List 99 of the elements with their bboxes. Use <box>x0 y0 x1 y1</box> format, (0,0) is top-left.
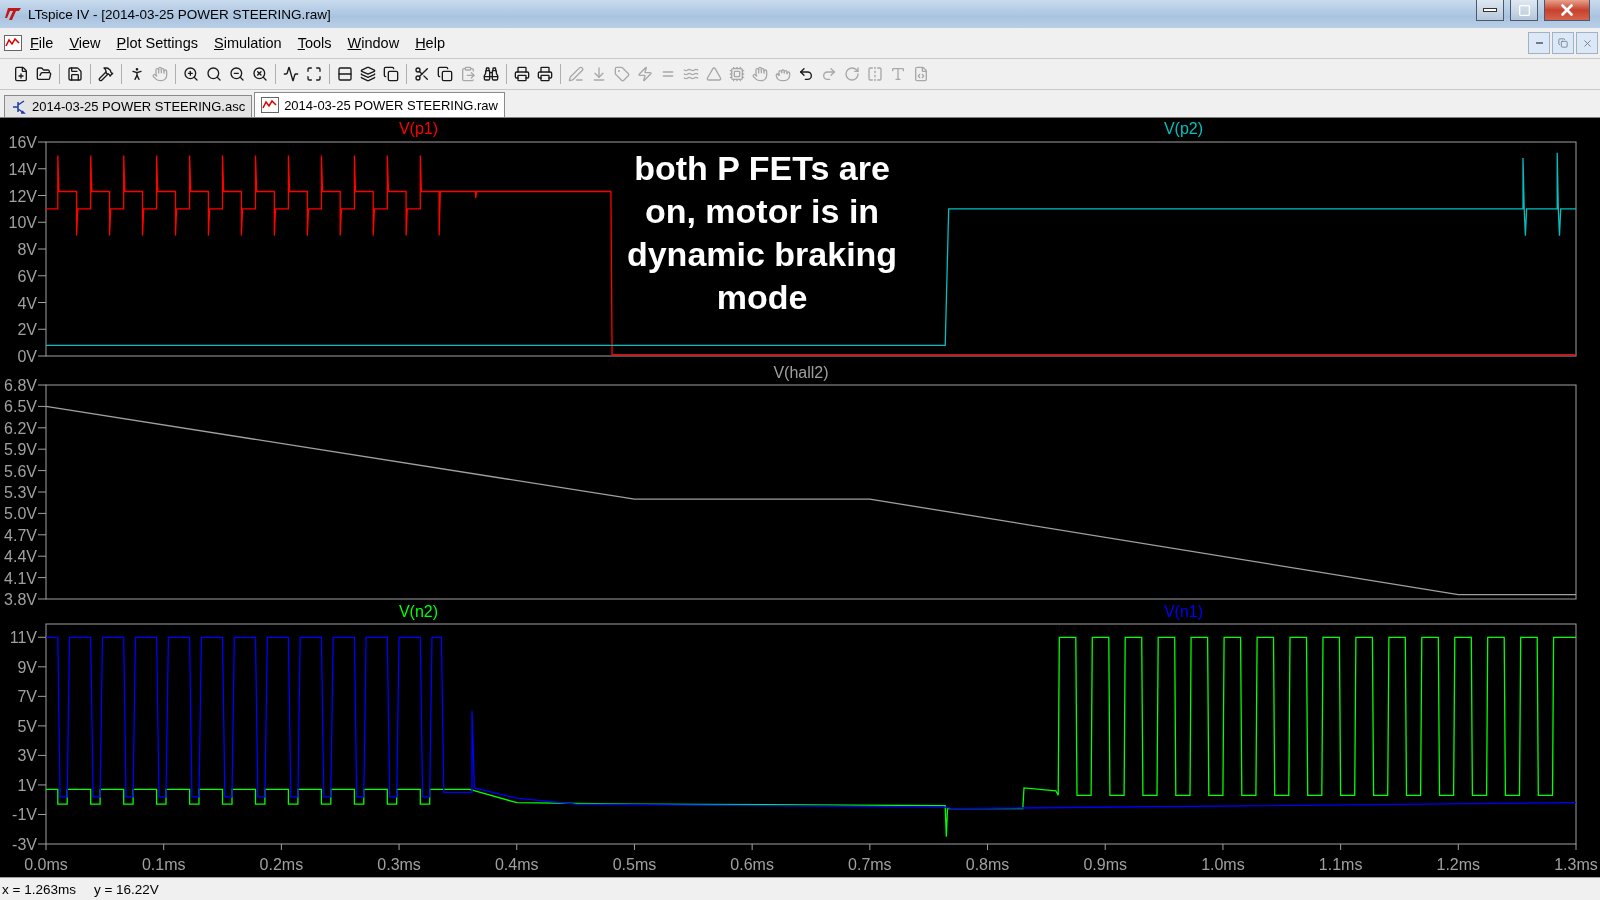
print-icon <box>537 66 553 82</box>
x-tick-label: 1.0ms <box>1201 856 1245 874</box>
window-title: LTspice IV - [2014-03-25 POWER STEERING.raw] <box>28 6 331 22</box>
x-tick-label: 0.5ms <box>612 856 657 874</box>
y-tick-label: -3V <box>12 836 37 854</box>
x-tick-label: 0.3ms <box>377 856 421 874</box>
document-tab[interactable]: 2014-03-25 POWER STEERING.raw <box>254 92 505 117</box>
waveform-document-icon <box>4 35 22 51</box>
y-tick-label: 6V <box>17 267 37 285</box>
hammer-icon <box>98 66 114 82</box>
minimize-button[interactable] <box>1476 0 1504 21</box>
y-tick-label: 5.6V <box>4 462 37 480</box>
annotation-text: on, motor is in <box>644 192 880 230</box>
component-icon <box>729 66 745 82</box>
app-logo-icon <box>4 6 22 22</box>
y-tick-label: 6.8V <box>4 376 37 394</box>
zoom-out-icon <box>229 66 245 82</box>
y-tick-label: 2V <box>17 321 37 339</box>
trace-label[interactable]: V(hall2) <box>773 363 829 381</box>
x-tick-label: 0.9ms <box>1083 856 1127 874</box>
annotation-text: dynamic braking <box>626 235 898 273</box>
y-tick-label: 14V <box>8 160 37 178</box>
y-tick-label: 12V <box>8 187 37 205</box>
x-tick-label: 1.3ms <box>1554 856 1598 874</box>
y-tick-label: 16V <box>8 134 37 151</box>
schematic-icon <box>11 98 27 115</box>
menu-item[interactable]: Plot Settings <box>108 33 206 53</box>
trace-label[interactable]: V(p2) <box>1163 120 1204 137</box>
y-tick-label: 8V <box>17 241 37 258</box>
rotate-icon <box>844 66 860 82</box>
y-tick-label: 0V <box>17 348 37 364</box>
restore-icon <box>1517 3 1531 17</box>
x-tick-label: 0.1ms <box>141 856 186 874</box>
y-tick-label: -1V <box>12 806 37 824</box>
y-tick-label: 5.0V <box>4 505 37 523</box>
document-tab[interactable]: 2014-03-25 POWER STEERING.asc <box>4 95 253 117</box>
trace-label[interactable]: V(p1) <box>398 120 439 137</box>
y-tick-label: 7V <box>17 688 37 706</box>
hand-icon <box>152 66 168 82</box>
label-icon <box>614 66 630 82</box>
minimize-icon <box>1535 42 1543 44</box>
paste-icon <box>460 66 476 82</box>
save-icon <box>67 66 83 82</box>
menu-item[interactable]: Simulation <box>206 33 290 53</box>
drag-hand-icon <box>775 66 791 82</box>
copy-icon <box>437 66 453 82</box>
text-icon <box>890 66 906 82</box>
x-tick-label: 1.1ms <box>1318 856 1363 874</box>
y-tick-label: 9V <box>17 659 37 677</box>
y-tick-label: 4.4V <box>4 547 37 565</box>
cursor-x-reading: x = 1.263ms <box>2 881 76 897</box>
trace-label[interactable]: V(n2) <box>398 605 439 621</box>
zoom-cancel-icon <box>252 66 268 82</box>
zoom-in-icon <box>183 66 199 82</box>
x-tick-label: 0.0ms <box>24 856 68 874</box>
undo-icon <box>798 66 814 82</box>
x-tick-label: 1.2ms <box>1436 856 1481 874</box>
close-button[interactable] <box>1544 0 1590 21</box>
annotation-text: both P FETs are <box>634 149 890 187</box>
restore-icon <box>1558 38 1568 48</box>
folder-icon <box>36 66 52 82</box>
x-tick-label: 0.6ms <box>730 856 774 874</box>
x-tick-label: 0.8ms <box>965 856 1010 874</box>
y-tick-label: 1V <box>17 777 37 795</box>
waveform-icon <box>283 66 299 82</box>
binoculars-icon <box>483 66 499 82</box>
redo-icon <box>821 66 837 82</box>
menu-item[interactable]: View <box>61 33 109 53</box>
y-tick-label: 3V <box>17 747 37 765</box>
minimize-icon <box>1483 8 1497 12</box>
magnifier-icon <box>206 66 222 82</box>
y-tick-label: 5.9V <box>4 440 37 458</box>
x-tick-label: 0.4ms <box>495 856 539 874</box>
y-tick-label: 6.5V <box>4 398 37 416</box>
menu-item[interactable]: Window <box>339 33 408 53</box>
waveform-icon <box>261 97 280 113</box>
y-tick-label: 5.3V <box>4 483 37 501</box>
maximize-button[interactable] <box>1510 0 1538 21</box>
cut-icon <box>414 66 430 82</box>
x-tick-label: 0.7ms <box>848 856 892 874</box>
close-icon <box>1581 37 1593 49</box>
child-minimize-button[interactable] <box>1528 32 1550 54</box>
y-tick-label: 10V <box>8 214 37 232</box>
cursor-y-reading: y = 16.22V <box>93 881 159 897</box>
annotation-text: mode <box>716 278 808 316</box>
y-tick-label: 5V <box>17 718 37 736</box>
new-file-icon <box>13 66 29 82</box>
y-tick-label: 6.2V <box>4 419 37 437</box>
y-tick-label: 4.7V <box>4 526 37 544</box>
menu-item[interactable]: File <box>22 33 62 53</box>
y-tick-label: 4V <box>17 294 37 312</box>
menu-item[interactable]: Help <box>407 33 453 53</box>
y-tick-label: 3.8V <box>4 590 37 606</box>
y-tick-label: 11V <box>9 629 37 647</box>
move-hand-icon <box>752 66 768 82</box>
y-tick-label: 4.1V <box>4 569 37 587</box>
menu-item[interactable]: Tools <box>289 33 340 53</box>
x-tick-label: 0.2ms <box>259 856 304 874</box>
close-icon <box>1558 1 1576 19</box>
